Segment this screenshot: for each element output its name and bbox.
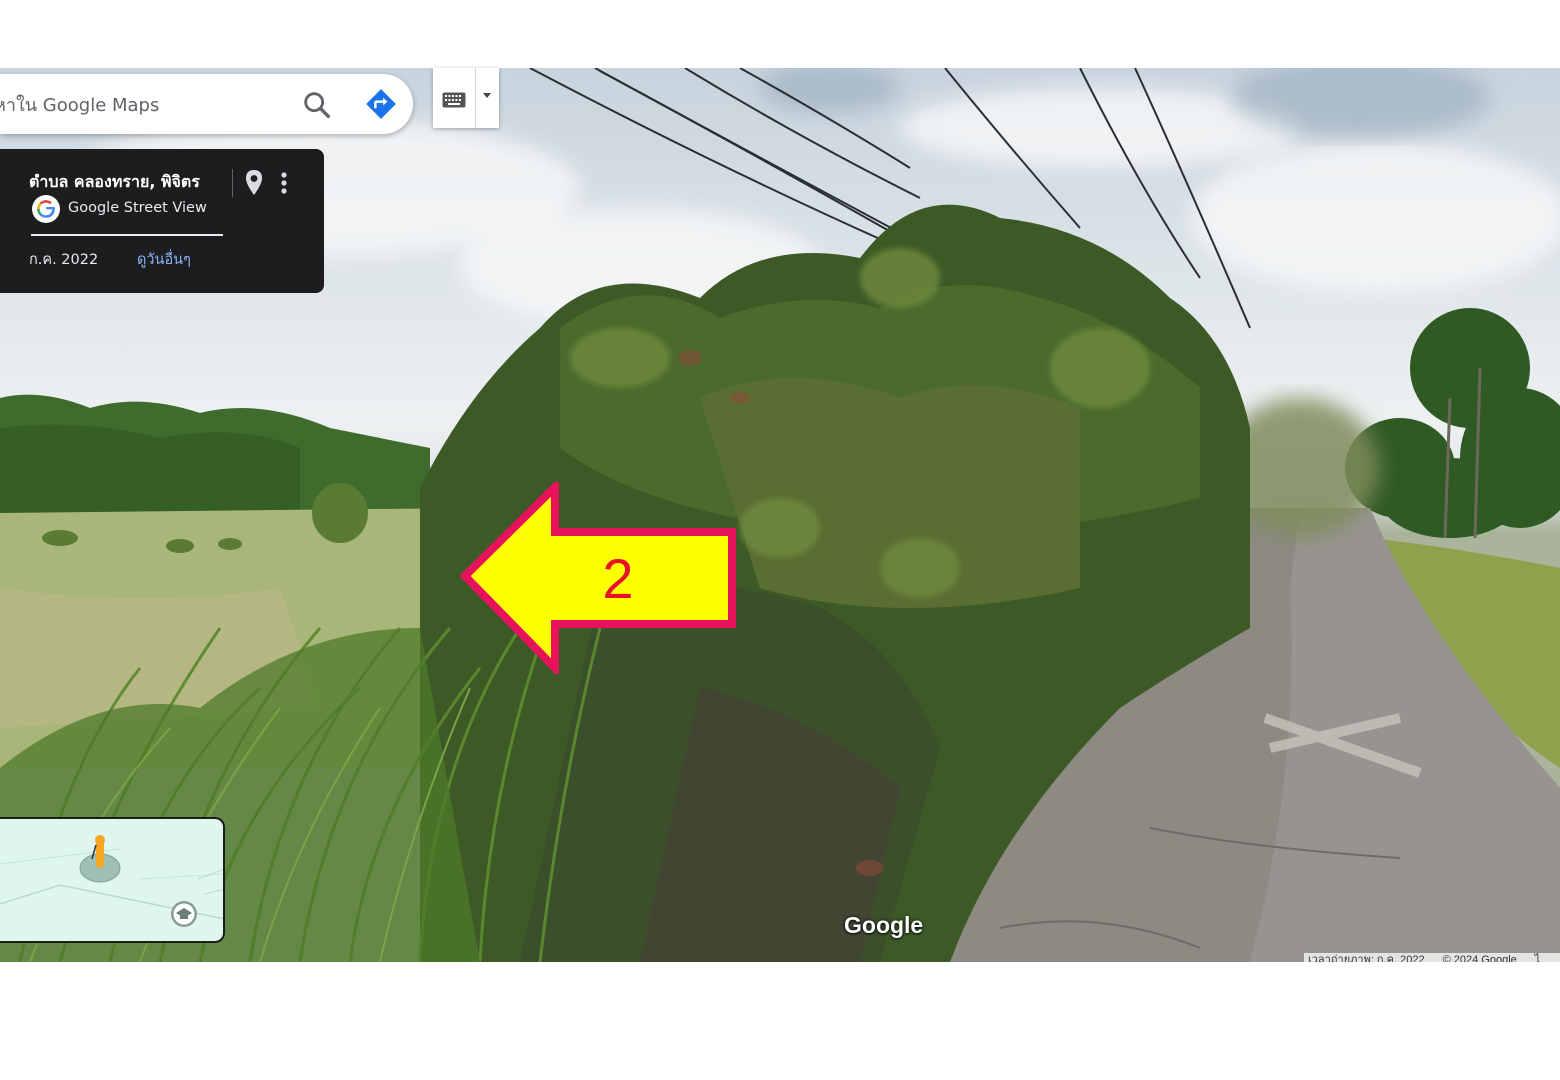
search-button[interactable]	[300, 88, 334, 122]
caret-down-icon[interactable]	[482, 92, 492, 100]
minimap[interactable]	[0, 817, 225, 943]
search-icon	[304, 92, 331, 119]
annotation-label: 2	[602, 547, 634, 610]
attribution-extra[interactable]: ไ	[1535, 954, 1541, 962]
directions-icon	[366, 89, 396, 119]
google-watermark: Google	[844, 912, 924, 938]
location-title: ตำบล คลองทราย, พิจิตร	[29, 172, 200, 191]
keyboard-icon	[442, 92, 466, 108]
school-marker-icon	[171, 901, 197, 927]
minimap-map	[0, 835, 223, 927]
divider	[475, 68, 476, 128]
attribution-capture-date: เวลาถ่ายภาพ: ก.ค. 2022	[1308, 954, 1425, 962]
attribution-copyright: © 2024 Google	[1442, 954, 1517, 962]
directions-button[interactable]	[364, 87, 398, 121]
pegman-icon	[79, 835, 121, 883]
keyboard-shortcuts-button[interactable]	[433, 68, 499, 128]
search-box	[0, 74, 413, 134]
more-vert-icon	[281, 172, 287, 194]
google-g-logo-icon	[32, 195, 60, 223]
attribution-bar: เวลาถ่ายภาพ: ก.ค. 2022 © 2024 Google ไ	[1304, 953, 1560, 962]
see-more-dates-link[interactable]: ดูวันอื่นๆ	[137, 248, 191, 271]
location-pin-icon	[246, 170, 262, 195]
capture-date: ก.ค. 2022	[29, 252, 99, 268]
divider	[232, 169, 233, 197]
street-view-source: Google Street View	[68, 200, 207, 216]
palm-trees	[1345, 308, 1560, 538]
more-options-button[interactable]	[276, 170, 292, 196]
show-on-map-button[interactable]	[243, 169, 265, 197]
divider	[31, 234, 223, 236]
search-input[interactable]	[0, 92, 280, 118]
